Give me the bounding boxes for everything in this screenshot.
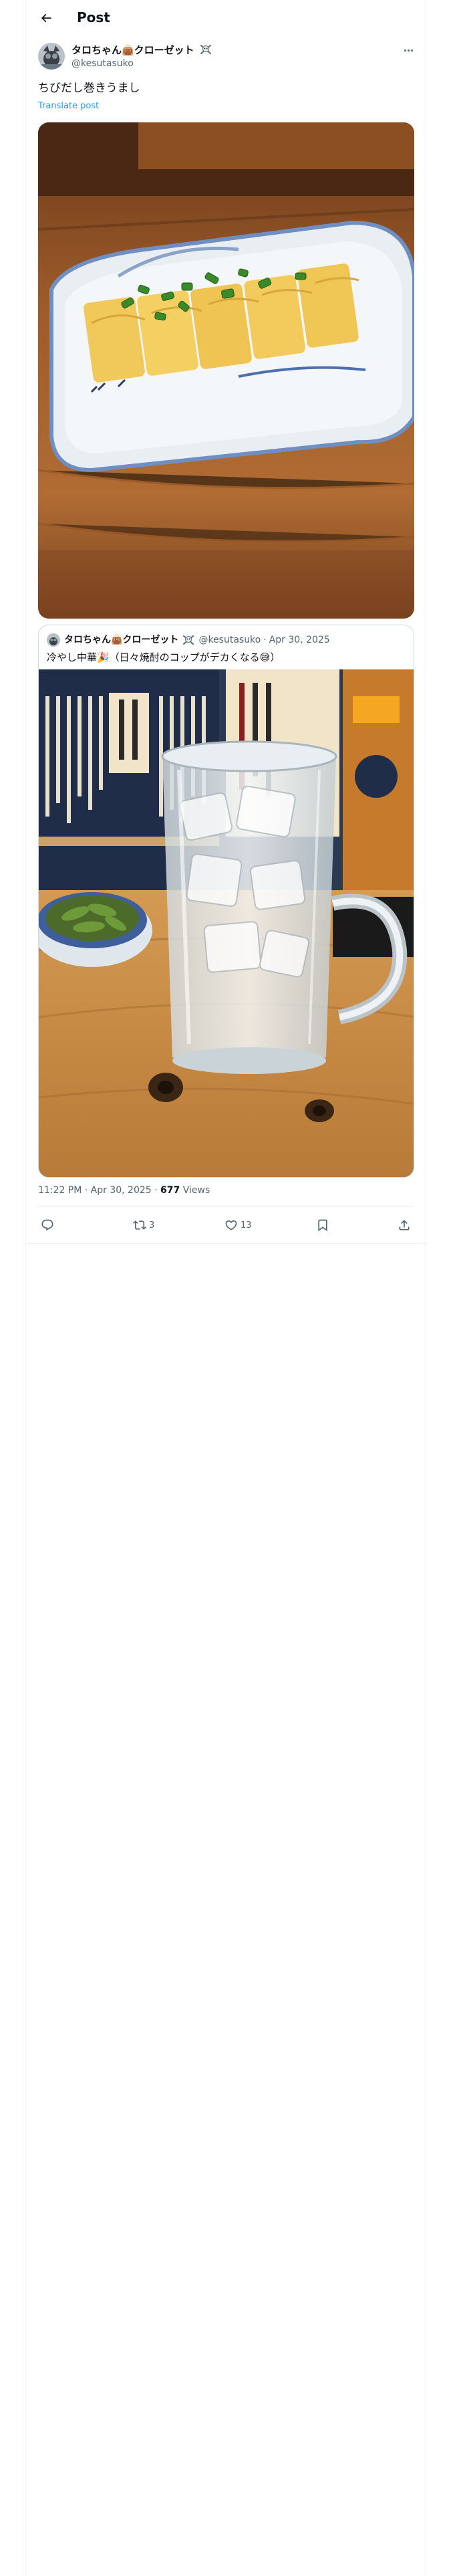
skull-crossbones-icon	[183, 635, 194, 645]
more-dot-icon	[404, 49, 406, 51]
author-name[interactable]: タロちゃん👜クローゼット	[71, 44, 212, 56]
quoted-post-header: タロちゃん👜クローゼット @kesutasuko · Apr 30, 2025	[47, 633, 330, 647]
action-bar: 3 13	[38, 1207, 414, 1243]
post-photo[interactable]	[38, 122, 414, 619]
quoted-author-handle: @kesutasuko	[198, 635, 261, 645]
quoted-author-name: タロちゃん👜クローゼット	[64, 635, 179, 645]
quoted-post-date: Apr 30, 2025	[269, 635, 330, 645]
reply-button[interactable]	[41, 1218, 57, 1232]
main-column: Post タロちゃん👜クローゼット @kesutasuko ちびだし巻きうまし …	[25, 0, 427, 2576]
arrow-left-icon	[41, 13, 51, 23]
heart-icon	[225, 1220, 237, 1230]
post-text: ちびだし巻きうまし	[38, 82, 140, 95]
author-name-text: タロちゃん👜クローゼット	[71, 44, 194, 56]
page-title: Post	[77, 9, 110, 25]
quoted-post-photo[interactable]	[39, 669, 414, 1177]
translate-post-link[interactable]: Translate post	[38, 101, 99, 112]
bookmark-button[interactable]	[316, 1218, 329, 1232]
repost-button[interactable]: 3	[133, 1218, 154, 1232]
quoted-author-avatar	[47, 633, 60, 647]
share-button[interactable]	[398, 1218, 411, 1232]
divider	[26, 1243, 427, 1244]
skull-crossbones-icon	[200, 45, 211, 54]
top-bar: Post	[26, 0, 427, 35]
more-options-button[interactable]	[400, 44, 416, 56]
reply-icon	[41, 1219, 53, 1231]
post-meta: 11:22 PM · Apr 30, 2025 · 677 Views	[38, 1184, 210, 1197]
repost-count: 3	[149, 1220, 155, 1230]
author-avatar[interactable]	[38, 43, 65, 70]
meta-separator: ·	[263, 635, 267, 645]
quoted-post-text: 冷やし中華🎉（日々焼酎のコップがデカくなる😅）	[47, 651, 281, 663]
like-button[interactable]: 13	[224, 1218, 252, 1232]
post-timestamp[interactable]: 11:22 PM · Apr 30, 2025	[38, 1185, 152, 1196]
more-dot-icon	[407, 49, 410, 51]
bookmark-icon	[318, 1219, 327, 1232]
quoted-post-card[interactable]: タロちゃん👜クローゼット @kesutasuko · Apr 30, 2025 …	[38, 625, 414, 1178]
share-icon	[399, 1220, 410, 1230]
author-handle[interactable]: @kesutasuko	[71, 58, 134, 70]
like-count: 13	[241, 1220, 252, 1230]
repost-icon	[133, 1220, 146, 1230]
views-label: Views	[182, 1185, 210, 1196]
meta-separator: ·	[154, 1185, 158, 1196]
views-count: 677	[160, 1185, 180, 1196]
more-dot-icon	[410, 49, 413, 51]
back-button[interactable]	[37, 9, 55, 27]
